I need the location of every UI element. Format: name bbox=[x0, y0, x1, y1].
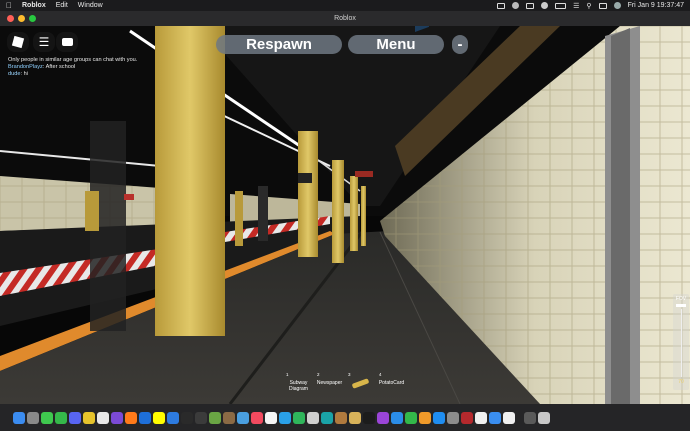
brown-app-icon[interactable] bbox=[334, 412, 347, 424]
finder-icon[interactable] bbox=[12, 412, 25, 424]
star-app-icon[interactable] bbox=[110, 412, 123, 424]
cloud-app-icon[interactable] bbox=[278, 412, 291, 424]
texture-app-icon[interactable] bbox=[194, 412, 207, 424]
settings-icon[interactable] bbox=[446, 412, 459, 424]
menu-bar:  Roblox Edit Window ☰ ⚲ Fri Jan 9 19:37… bbox=[0, 0, 690, 11]
launchpad-icon[interactable] bbox=[26, 412, 39, 424]
bar-icon[interactable] bbox=[526, 2, 535, 9]
calendar-icon[interactable] bbox=[264, 412, 277, 424]
downloads-icon[interactable] bbox=[524, 412, 536, 424]
dock bbox=[12, 407, 551, 429]
grid-app-icon[interactable] bbox=[306, 412, 319, 424]
battery-icon[interactable] bbox=[555, 2, 567, 9]
minecraft-icon[interactable] bbox=[208, 412, 221, 424]
tv-icon[interactable] bbox=[362, 412, 375, 424]
facetime2-icon[interactable] bbox=[292, 412, 305, 424]
game-viewport[interactable]: ☰ Only people in similar age groups can … bbox=[0, 26, 690, 404]
control-center-icon[interactable] bbox=[598, 2, 607, 9]
pages-icon[interactable] bbox=[418, 412, 431, 424]
settings-menu-button[interactable]: ☰ bbox=[33, 32, 55, 52]
roblox-studio-icon[interactable] bbox=[488, 412, 501, 424]
facetime-icon[interactable] bbox=[54, 412, 67, 424]
slot-number: 1 bbox=[286, 372, 289, 377]
fov-value: 70 bbox=[678, 379, 684, 385]
chrome-icon[interactable] bbox=[82, 412, 95, 424]
dictionary-icon[interactable] bbox=[460, 412, 473, 424]
close-window-button[interactable] bbox=[7, 15, 14, 22]
slot-label: Subway Diagram bbox=[289, 380, 308, 392]
music-icon[interactable] bbox=[250, 412, 263, 424]
slot-number: 4 bbox=[379, 372, 382, 377]
fov-slider[interactable]: FOV 70 bbox=[673, 294, 689, 390]
minimize-window-button[interactable] bbox=[18, 15, 25, 22]
messages-icon[interactable] bbox=[40, 412, 53, 424]
chat-username[interactable]: dude bbox=[8, 71, 20, 77]
roblox-logo-icon bbox=[11, 35, 25, 49]
dock-area bbox=[0, 404, 690, 431]
slot-label: PotatoCard bbox=[378, 380, 405, 386]
chat-username[interactable]: BrandonPlayz bbox=[8, 64, 43, 70]
audio-app-icon[interactable] bbox=[348, 412, 361, 424]
fov-track bbox=[680, 309, 682, 377]
podcasts-icon[interactable] bbox=[376, 412, 389, 424]
hotbar-slot-2[interactable]: 2 Newspaper bbox=[314, 372, 345, 394]
window-controls bbox=[7, 15, 36, 22]
minimize-hud-button[interactable]: - bbox=[452, 35, 468, 54]
roblox-icon[interactable] bbox=[96, 412, 109, 424]
camera-app-icon[interactable] bbox=[236, 412, 249, 424]
chat-message: dude: hi bbox=[8, 71, 28, 77]
slot-label: Newspaper bbox=[316, 380, 343, 386]
chat-window: Only people in similar age groups can ch… bbox=[8, 57, 137, 78]
menu-app-name[interactable]: Roblox bbox=[22, 2, 46, 9]
chat-notice: Only people in similar age groups can ch… bbox=[8, 57, 138, 63]
menu-button[interactable]: Menu bbox=[348, 35, 444, 54]
roblox2-icon[interactable] bbox=[474, 412, 487, 424]
hotbar-slot-3[interactable]: 3 bbox=[345, 372, 376, 394]
chat-bubble-icon bbox=[61, 38, 73, 46]
respawn-button[interactable]: Respawn bbox=[216, 35, 342, 54]
zoom-window-button[interactable] bbox=[29, 15, 36, 22]
bag-app-icon[interactable] bbox=[138, 412, 151, 424]
menu-item-edit[interactable]: Edit bbox=[56, 2, 68, 9]
chat-text: After school bbox=[45, 64, 76, 70]
slot-number: 3 bbox=[348, 372, 351, 377]
screen-record-icon[interactable] bbox=[497, 2, 506, 9]
fov-handle-icon[interactable] bbox=[676, 304, 686, 307]
discord-icon[interactable] bbox=[68, 412, 81, 424]
keynote-icon[interactable] bbox=[390, 412, 403, 424]
app-store-icon[interactable] bbox=[432, 412, 445, 424]
hotbar-slot-4[interactable]: 4 PotatoCard bbox=[376, 372, 407, 394]
apple-menu-icon[interactable]:  bbox=[6, 1, 12, 10]
slot-number: 2 bbox=[317, 372, 320, 377]
snapchat-icon[interactable] bbox=[152, 412, 165, 424]
firefox-icon[interactable] bbox=[124, 412, 137, 424]
roblox3-icon[interactable] bbox=[502, 412, 515, 424]
menubar-clock[interactable]: Fri Jan 9 19:37:47 bbox=[628, 2, 684, 9]
status-icon[interactable] bbox=[541, 2, 549, 9]
blue-app-icon[interactable] bbox=[166, 412, 179, 424]
trash-icon[interactable] bbox=[538, 412, 550, 424]
hamburger-icon: ☰ bbox=[38, 35, 50, 49]
numbers-icon[interactable] bbox=[404, 412, 417, 424]
spotlight-icon[interactable]: ⚲ bbox=[586, 2, 591, 10]
fov-label: FOV bbox=[675, 296, 687, 302]
menu-item-window[interactable]: Window bbox=[78, 2, 103, 9]
wifi-icon[interactable]: ☰ bbox=[573, 2, 579, 10]
window-title: Roblox bbox=[334, 15, 356, 22]
chat-toggle-button[interactable] bbox=[56, 32, 78, 52]
column-1 bbox=[155, 26, 225, 336]
hotbar: 1 Subway Diagram 2 Newspaper 3 4 PotatoC… bbox=[283, 372, 407, 394]
launcher-icon[interactable] bbox=[180, 412, 193, 424]
arduino-icon[interactable] bbox=[320, 412, 333, 424]
hotbar-slot-1[interactable]: 1 Subway Diagram bbox=[283, 372, 314, 394]
siri-icon[interactable] bbox=[613, 2, 621, 9]
flashlight-icon bbox=[351, 378, 370, 389]
discord-menubar-icon[interactable] bbox=[512, 2, 520, 9]
chat-text: hi bbox=[23, 71, 28, 77]
window-titlebar: Roblox bbox=[0, 11, 690, 27]
chat-message: BrandonPlayz: After school bbox=[8, 64, 76, 70]
roblox-menu-button[interactable] bbox=[7, 32, 29, 52]
subway-platform-scene bbox=[0, 26, 690, 404]
broom-app-icon[interactable] bbox=[222, 412, 235, 424]
